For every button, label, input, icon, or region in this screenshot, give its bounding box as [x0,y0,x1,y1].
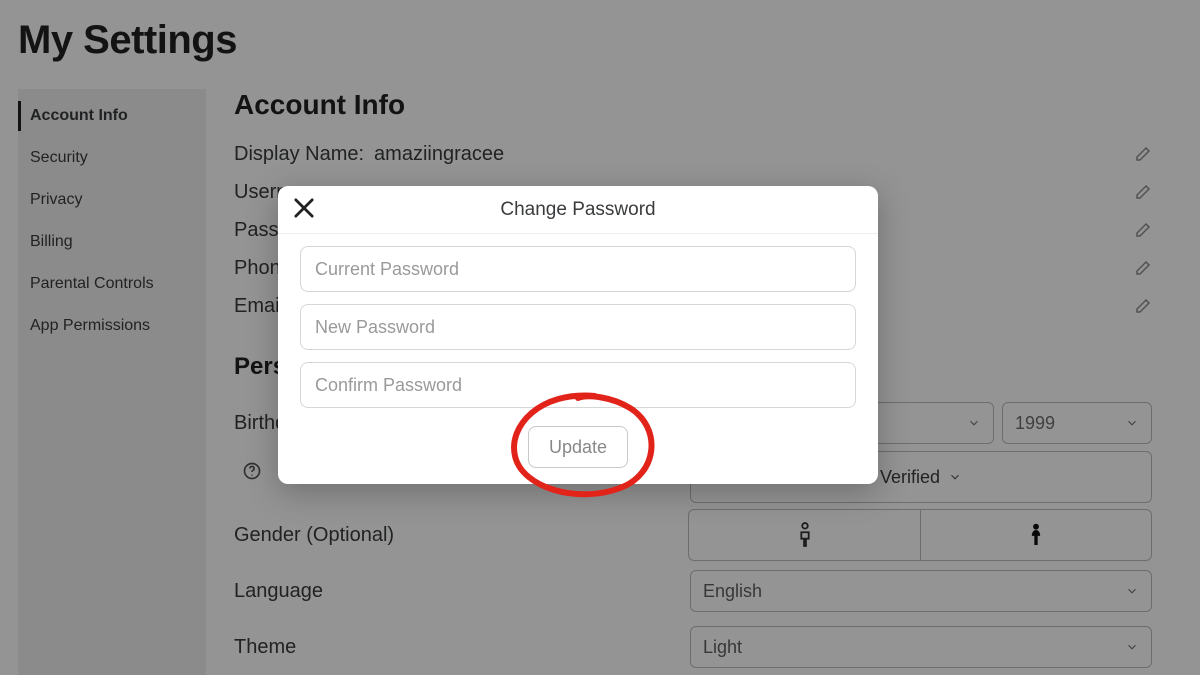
update-button[interactable]: Update [528,426,628,468]
modal-title: Change Password [500,199,655,221]
change-password-modal: Change Password Update [278,186,878,484]
new-password-input[interactable] [300,304,856,350]
current-password-input[interactable] [300,246,856,292]
confirm-password-input[interactable] [300,362,856,408]
close-icon[interactable] [290,194,318,222]
